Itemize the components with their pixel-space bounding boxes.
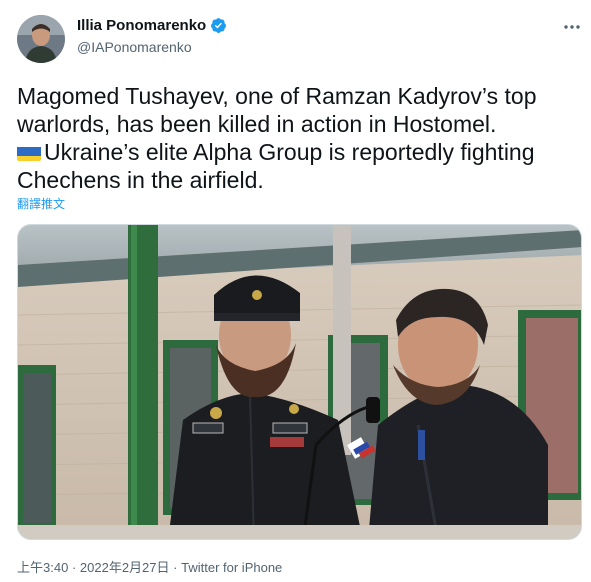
tweet-time[interactable]: 上午3:40 <box>17 560 68 575</box>
author-display-name[interactable]: Illia Ponomarenko <box>77 17 206 34</box>
tweet-source: Twitter for iPhone <box>181 560 283 575</box>
author-handle[interactable]: @IAPonomarenko <box>77 39 192 55</box>
translate-tweet-link[interactable]: 翻譯推文 <box>17 195 65 212</box>
tweet-text: Magomed Tushayev, one of Ramzan Kadyrov’… <box>17 82 573 194</box>
tweet-line: warlords, has been killed in action in H… <box>17 111 497 137</box>
author-avatar[interactable] <box>17 15 65 63</box>
ukraine-flag-icon <box>17 143 41 161</box>
more-options-icon[interactable] <box>563 18 581 34</box>
meta-separator: · <box>173 560 178 575</box>
tweet-line: Chechens in the airfield. <box>17 167 264 193</box>
verified-badge-icon <box>211 18 227 33</box>
tweet-line-with-flag: Ukraine’s elite Alpha Group is reportedl… <box>17 138 573 166</box>
tweet-date[interactable]: 2022年2月27日 <box>80 560 170 575</box>
tweet-line: Magomed Tushayev, one of Ramzan Kadyrov’… <box>17 83 537 109</box>
tweet-meta: 上午3:40 · 2022年2月27日 · Twitter for iPhone <box>17 557 282 576</box>
tweet-photo[interactable] <box>17 224 582 540</box>
meta-separator: · <box>71 560 77 575</box>
tweet-line: Ukraine’s elite Alpha Group is reportedl… <box>44 139 535 165</box>
